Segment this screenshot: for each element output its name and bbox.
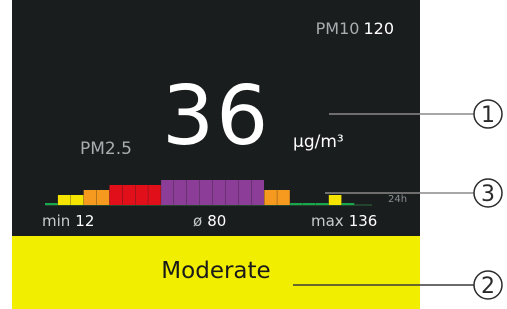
callout-annotations: 1 3 2 — [293, 99, 503, 300]
callout-number-1: 1 — [481, 103, 495, 128]
callout-number-3: 3 — [481, 182, 495, 207]
callout-number-2: 2 — [481, 274, 495, 299]
